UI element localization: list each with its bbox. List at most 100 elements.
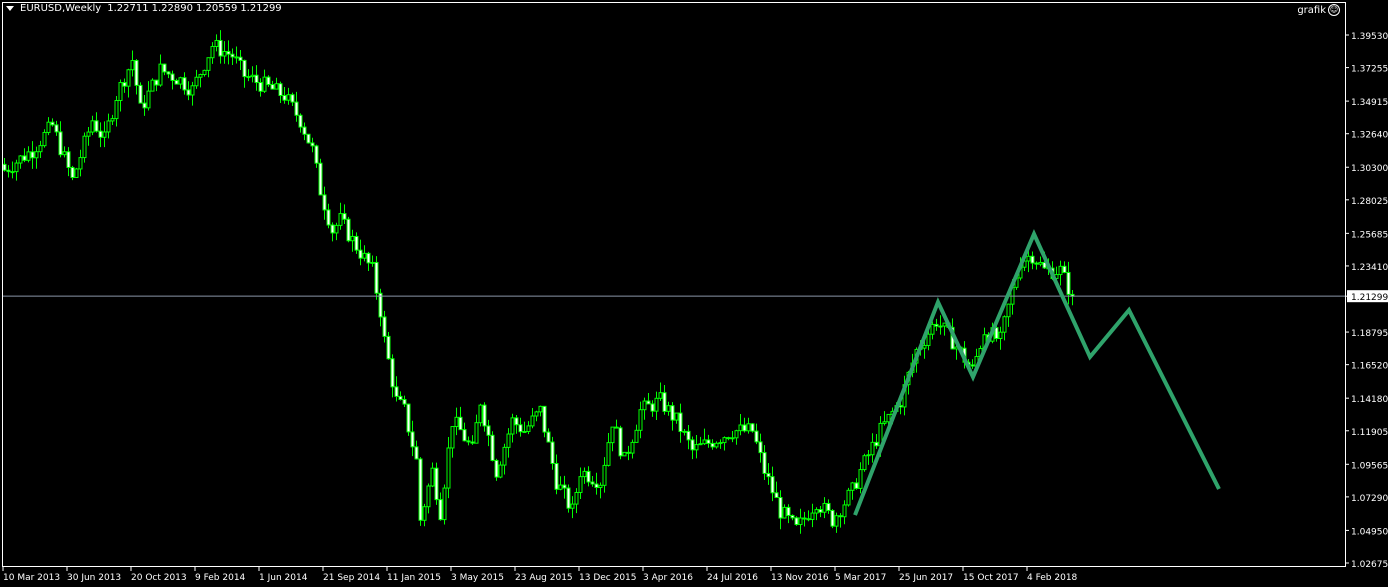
candle	[22, 148, 27, 163]
candle	[558, 476, 563, 491]
candle	[618, 425, 623, 460]
candle-body	[158, 63, 163, 86]
candle-body	[710, 442, 715, 448]
candle	[470, 435, 475, 445]
candle	[166, 71, 171, 79]
candle	[790, 514, 795, 521]
candle-body	[2, 163, 7, 171]
candle	[206, 57, 211, 78]
candle	[146, 81, 151, 111]
candle-body	[286, 94, 291, 101]
candle-body	[118, 82, 123, 101]
candle-body	[38, 145, 43, 153]
candles-layer	[2, 30, 1075, 534]
candle	[778, 490, 783, 530]
time-axis[interactable]: 10 Mar 2013 30 Jun 2013 20 Oct 2013 9 Feb 2…	[2, 567, 1078, 583]
dropdown-triangle-icon[interactable]	[6, 6, 14, 11]
y-tick-label: 1.16520	[1351, 362, 1388, 372]
candle-body	[870, 441, 875, 456]
candle	[394, 376, 399, 402]
expert-advisor-label[interactable]: grafik ☺	[1297, 4, 1340, 16]
candle-body	[422, 506, 427, 521]
candle	[654, 391, 659, 420]
candle	[270, 80, 275, 90]
candle-body	[270, 84, 275, 90]
x-tick-label: 5 Mar 2017	[835, 573, 886, 583]
candle-body	[1030, 255, 1035, 264]
candle-body	[530, 415, 535, 427]
candle	[214, 34, 219, 52]
candle-body	[930, 323, 935, 335]
candle-body	[90, 120, 95, 133]
candle-body	[162, 63, 167, 73]
y-tick-label: 1.28025	[1351, 197, 1388, 207]
candle-body	[238, 56, 243, 61]
candle	[1066, 261, 1071, 305]
candle	[998, 326, 1003, 350]
candle-body	[834, 515, 839, 527]
candle-body	[630, 441, 635, 454]
candle-body	[802, 517, 807, 520]
candle-body	[34, 151, 39, 159]
x-tick-label: 13 Nov 2016	[771, 573, 829, 583]
candle-body	[154, 79, 159, 86]
candle-body	[486, 425, 491, 436]
candle	[742, 417, 747, 433]
candle	[766, 463, 771, 485]
candle	[442, 484, 447, 525]
candle	[58, 121, 63, 158]
candle-body	[542, 405, 547, 433]
candle-body	[1066, 271, 1071, 295]
candle	[934, 318, 939, 331]
candle-body	[546, 431, 551, 443]
candle-body	[774, 492, 779, 499]
candle-body	[66, 151, 71, 168]
candle	[446, 436, 451, 499]
candle	[650, 400, 655, 417]
candle-body	[538, 405, 543, 413]
candle	[386, 331, 391, 360]
price-chart[interactable]: 1.39530 1.37255 1.34915 1.32640 1.30300 1.280…	[0, 0, 1388, 587]
candle-body	[150, 79, 155, 92]
candle	[258, 78, 263, 97]
candle-body	[574, 491, 579, 505]
candle-body	[582, 470, 587, 478]
candle-body	[262, 76, 267, 92]
price-axis[interactable]: 1.39530 1.37255 1.34915 1.32640 1.30300 1.280…	[1345, 32, 1388, 570]
candle-body	[850, 482, 855, 491]
candle	[410, 420, 415, 457]
candle	[86, 127, 91, 146]
candle-body	[234, 56, 239, 59]
candle	[314, 144, 319, 168]
candle	[482, 402, 487, 432]
candle	[694, 435, 699, 459]
y-tick-label: 1.21299	[1351, 293, 1388, 303]
candle-body	[78, 157, 83, 170]
candle	[38, 140, 43, 158]
candle	[670, 402, 675, 431]
x-tick-label: 23 Aug 2015	[515, 573, 573, 583]
candle	[782, 504, 787, 519]
candle-body	[178, 77, 183, 85]
y-tick-label: 1.25685	[1351, 230, 1388, 240]
candle-body	[702, 439, 707, 445]
candle-body	[274, 83, 279, 90]
candle	[346, 216, 351, 243]
candle-body	[110, 118, 115, 122]
x-tick-label: 9 Feb 2014	[195, 573, 246, 583]
candle	[822, 497, 827, 519]
candle-body	[474, 422, 479, 444]
candle-body	[278, 83, 283, 97]
candle	[842, 500, 847, 525]
candle	[358, 239, 363, 266]
candle	[486, 419, 491, 447]
candle	[850, 481, 855, 500]
x-tick-label: 1 Jun 2014	[259, 573, 308, 583]
candle	[454, 407, 459, 436]
candle	[306, 133, 311, 144]
candle-body	[942, 322, 947, 327]
candle-body	[378, 292, 383, 318]
candle-body	[1026, 255, 1031, 262]
candle	[102, 121, 107, 148]
candle	[458, 406, 463, 431]
